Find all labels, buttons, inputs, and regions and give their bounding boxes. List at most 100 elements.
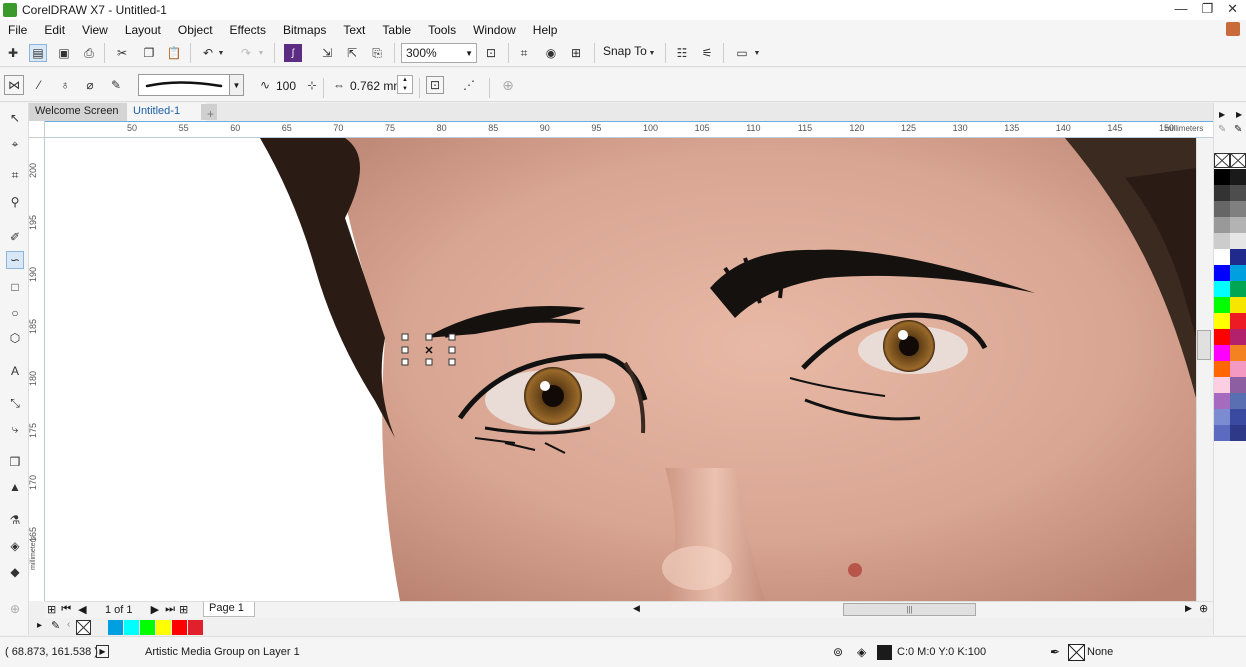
- menu-help[interactable]: Help: [525, 23, 567, 37]
- page-tab[interactable]: Page 1: [203, 602, 255, 617]
- export-icon[interactable]: ⇱: [343, 44, 361, 62]
- eyedropper-icon[interactable]: ✎: [51, 619, 60, 632]
- crop-tool-icon[interactable]: ⌗: [6, 166, 24, 184]
- palette-swatch[interactable]: [1214, 313, 1230, 329]
- palette-swatch[interactable]: [1214, 345, 1230, 361]
- palette-swatch[interactable]: [1230, 313, 1246, 329]
- snap-to-dropdown-icon[interactable]: ▼: [646, 44, 658, 62]
- palette-swatch[interactable]: [1214, 281, 1230, 297]
- palette-swatch[interactable]: [1230, 169, 1246, 185]
- add-tab-icon[interactable]: +: [201, 104, 217, 121]
- vertical-scroll-thumb[interactable]: [1197, 330, 1211, 360]
- polygon-tool-icon[interactable]: ⬡: [6, 329, 24, 347]
- new-document-icon[interactable]: ✚: [4, 44, 22, 62]
- palette-swatch[interactable]: [1230, 297, 1246, 313]
- redo-dropdown-icon[interactable]: ▼: [256, 44, 266, 62]
- previous-page-icon[interactable]: ◀: [78, 603, 86, 616]
- smart-fill-tool-icon[interactable]: ◆: [6, 563, 24, 581]
- calligraphic-mode-icon[interactable]: ⌀: [81, 76, 99, 94]
- palette-swatch[interactable]: [1230, 281, 1246, 297]
- scale-with-object-icon[interactable]: ⊡: [426, 76, 444, 94]
- color-eyedropper-tool-icon[interactable]: ⚗: [6, 511, 24, 529]
- palette-swatch[interactable]: [1230, 265, 1246, 281]
- scroll-left-icon[interactable]: ◀: [633, 603, 640, 614]
- palette-swatch[interactable]: [1214, 361, 1230, 377]
- palette-swatch[interactable]: [1230, 425, 1246, 441]
- palette-swatch[interactable]: [1230, 233, 1246, 249]
- palette-expand-icon[interactable]: ▶: [1219, 110, 1225, 119]
- palette-scroll-left-icon[interactable]: ‹: [67, 619, 70, 630]
- minimize-button[interactable]: —: [1174, 1, 1187, 17]
- preset-mode-icon[interactable]: ⋈: [4, 75, 24, 95]
- rectangle-tool-icon[interactable]: □: [6, 278, 24, 296]
- transparency-tool-icon[interactable]: ▲: [6, 478, 24, 496]
- menu-bitmaps[interactable]: Bitmaps: [275, 23, 335, 37]
- document-palette-swatch[interactable]: [124, 620, 139, 635]
- no-color-swatch[interactable]: [76, 620, 91, 635]
- palette-swatch[interactable]: [1214, 393, 1230, 409]
- ellipse-tool-icon[interactable]: ○: [6, 304, 24, 322]
- add-property-icon[interactable]: ⊕: [499, 76, 517, 94]
- undo-icon[interactable]: ↶: [199, 44, 217, 62]
- palette-eyedropper-icon[interactable]: ✎: [1218, 124, 1226, 135]
- outline-color-chip[interactable]: [1068, 644, 1085, 661]
- next-page-icon[interactable]: ▶: [151, 603, 159, 616]
- menu-layout[interactable]: Layout: [117, 23, 170, 37]
- document-palette-swatch[interactable]: [108, 620, 123, 635]
- options-icon[interactable]: ☷: [673, 44, 691, 62]
- document-palette-swatch[interactable]: [172, 620, 187, 635]
- pick-tool-icon[interactable]: ↖: [6, 109, 24, 127]
- smoothing-stepper[interactable]: ⊹: [303, 76, 321, 94]
- redo-icon[interactable]: ↷: [237, 44, 255, 62]
- snap-to-button[interactable]: Snap To: [603, 44, 647, 58]
- play-icon[interactable]: ▶: [96, 645, 109, 658]
- palette-swatch[interactable]: [1214, 217, 1230, 233]
- add-tool-icon[interactable]: ⊕: [6, 600, 24, 618]
- import-icon[interactable]: ⇲: [318, 44, 336, 62]
- welcome-screen-icon[interactable]: ▭: [733, 44, 751, 62]
- menu-table[interactable]: Table: [374, 23, 420, 37]
- drawing-canvas[interactable]: [45, 138, 1196, 601]
- save-icon[interactable]: ▣: [55, 44, 73, 62]
- palette-swatch[interactable]: [1230, 185, 1246, 201]
- welcome-dropdown-icon[interactable]: ▼: [752, 44, 762, 62]
- expression-mode-icon[interactable]: ✎: [107, 76, 125, 94]
- palette-swatch[interactable]: [1214, 169, 1230, 185]
- horizontal-scroll-thumb[interactable]: |||: [843, 603, 976, 616]
- palette-swatch[interactable]: [1214, 233, 1230, 249]
- zoom-tool-icon[interactable]: ⚲: [6, 193, 24, 211]
- palette-swatch[interactable]: [1230, 217, 1246, 233]
- horizontal-ruler[interactable]: [45, 121, 1215, 138]
- artistic-media-tool-icon[interactable]: ∽: [6, 251, 24, 269]
- palette-swatch[interactable]: [1214, 201, 1230, 217]
- palette-swatch[interactable]: [1230, 329, 1246, 345]
- stroke-width-spinner[interactable]: ▲ ▼: [397, 75, 413, 94]
- palette-swatch[interactable]: [1230, 201, 1246, 217]
- color-proofing-icon[interactable]: ⊚: [833, 645, 843, 659]
- last-page-icon[interactable]: ⏭: [165, 603, 175, 616]
- full-screen-icon[interactable]: ⊡: [482, 44, 500, 62]
- application-launcher-icon[interactable]: ⚟: [698, 44, 716, 62]
- ruler-origin[interactable]: [29, 121, 45, 138]
- shape-tool-icon[interactable]: ⌖: [6, 135, 24, 153]
- undo-dropdown-icon[interactable]: ▼: [216, 44, 226, 62]
- menu-file[interactable]: File: [0, 23, 36, 37]
- publish-pdf-icon[interactable]: ⎘: [368, 44, 386, 62]
- fill-color-chip[interactable]: [877, 645, 892, 660]
- menu-text[interactable]: Text: [335, 23, 374, 37]
- palette-swatch[interactable]: [1230, 345, 1246, 361]
- add-page-after-icon[interactable]: ⊞: [179, 603, 188, 616]
- tab-welcome-screen[interactable]: Welcome Screen: [29, 103, 127, 121]
- show-guides-icon[interactable]: ⊞: [567, 44, 585, 62]
- stroke-width-field[interactable]: 0.762 mm: [350, 79, 403, 93]
- copy-icon[interactable]: ❐: [140, 44, 158, 62]
- vertical-scrollbar[interactable]: [1196, 138, 1213, 601]
- text-tool-icon[interactable]: A: [6, 362, 24, 380]
- first-page-icon[interactable]: ⏮: [61, 603, 71, 616]
- user-icon[interactable]: [1226, 22, 1240, 36]
- menu-tools[interactable]: Tools: [420, 23, 465, 37]
- cut-icon[interactable]: ✂: [113, 44, 131, 62]
- palette-options-icon[interactable]: ▶: [1236, 110, 1242, 119]
- boundary-icon[interactable]: ⋰: [460, 76, 478, 94]
- palette-menu-icon[interactable]: ▸: [37, 620, 42, 631]
